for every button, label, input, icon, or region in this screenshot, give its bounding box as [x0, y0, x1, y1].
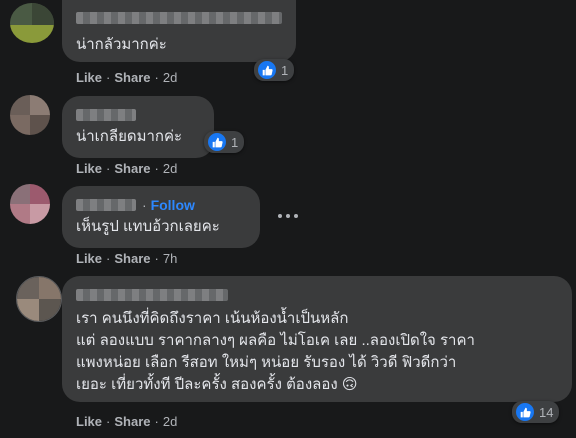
separator: ·: [154, 414, 159, 429]
timestamp[interactable]: 2d: [163, 161, 177, 176]
separator: ·: [154, 161, 159, 176]
comment-line-1: เรา คนนึงที่คิดถึงราคา เน้นห้องน้ำเป็นหล…: [76, 310, 349, 327]
separator: ·: [106, 251, 111, 266]
more-horizontal-icon[interactable]: [278, 214, 298, 218]
comment-actions: Like · Share · 2d: [76, 161, 177, 176]
timestamp[interactable]: 2d: [163, 70, 177, 85]
comment-actions: Like · Share · 7h: [76, 251, 177, 266]
author-name[interactable]: [76, 199, 136, 211]
like-button[interactable]: Like: [76, 161, 102, 176]
follow-group: · Follow: [142, 194, 195, 216]
separator: ·: [106, 414, 111, 429]
comment-actions: Like · Share · 2d: [76, 70, 177, 85]
author-name[interactable]: [76, 12, 282, 24]
follow-button[interactable]: Follow: [151, 197, 195, 213]
share-button[interactable]: Share: [114, 70, 150, 85]
separator: ·: [154, 251, 159, 266]
comment-text: น่าเกลียดมากค่ะ: [76, 128, 183, 145]
thumbs-up-icon: [207, 132, 227, 152]
comment-text: เห็นรูป แทบอ้วกเลยคะ: [76, 218, 220, 235]
comment-line-4: เยอะ เที่ยวทั้งที ปีละครั้ง สองครั้ง ต้อ…: [76, 376, 358, 393]
comment-line-3: แพงหน่อย เลือก รีสอท ใหม่ๆ หน่อย รับรอง …: [76, 354, 457, 371]
comment-bubble: เรา คนนึงที่คิดถึงราคา เน้นห้องน้ำเป็นหล…: [62, 276, 572, 402]
timestamp[interactable]: 7h: [163, 251, 177, 266]
reaction-count[interactable]: 1: [204, 131, 245, 153]
comment-bubble: · Follow เห็นรูป แทบอ้วกเลยคะ: [62, 186, 260, 248]
author-name[interactable]: [76, 109, 136, 121]
avatar[interactable]: [16, 276, 62, 322]
comment-bubble: น่าเกลียดมากค่ะ: [62, 96, 214, 158]
comment-line-2: แต่ ลองแบบ ราคากลางๆ ผลคือ ไม่โอเค เลย .…: [76, 332, 475, 349]
comment-text: น่ากลัวมากค่ะ: [76, 36, 167, 53]
author-name[interactable]: [76, 289, 228, 301]
thumbs-up-icon: [515, 402, 535, 422]
share-button[interactable]: Share: [114, 251, 150, 266]
avatar[interactable]: [10, 184, 50, 224]
like-button[interactable]: Like: [76, 251, 102, 266]
share-button[interactable]: Share: [114, 414, 150, 429]
separator: ·: [142, 197, 147, 213]
reaction-count[interactable]: 14: [512, 401, 560, 423]
thumbs-up-icon: [257, 60, 277, 80]
separator: ·: [106, 70, 111, 85]
avatar[interactable]: [10, 95, 50, 135]
like-button[interactable]: Like: [76, 414, 102, 429]
like-button[interactable]: Like: [76, 70, 102, 85]
avatar[interactable]: [10, 3, 54, 43]
reaction-count[interactable]: 1: [254, 59, 295, 81]
comment-bubble: น่ากลัวมากค่ะ: [62, 0, 296, 62]
separator: ·: [106, 161, 111, 176]
timestamp[interactable]: 2d: [163, 414, 177, 429]
comment-actions: Like · Share · 2d: [76, 414, 177, 429]
separator: ·: [154, 70, 159, 85]
share-button[interactable]: Share: [114, 161, 150, 176]
